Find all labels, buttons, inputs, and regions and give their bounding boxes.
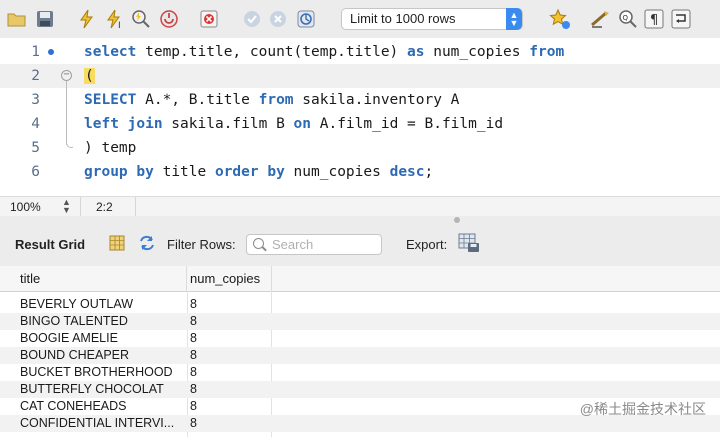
cell-num-copies[interactable]: 8 [187,347,272,364]
code-text: ( [84,68,95,84]
zoom-level: 100% [10,200,41,214]
code-text: SELECT A.*, B.title from sakila.inventor… [84,92,460,108]
search-placeholder: Search [272,237,314,252]
grid-view-icon[interactable] [109,235,125,254]
editor-line: 6 group by title order by num_copies des… [0,160,720,184]
code-text: ) temp [84,140,137,156]
chevron-updown-icon: ▲ ▼ [506,8,522,30]
table-row[interactable]: BOOGIE AMELIE 8 [0,330,720,347]
editor-line: 3 SELECT A.*, B.title from sakila.invent… [0,88,720,112]
cell-num-copies[interactable]: 8 [187,381,272,398]
cell-num-copies[interactable]: 8 [187,398,272,415]
cell-num-copies[interactable]: 8 [187,415,272,432]
row-limit-select[interactable]: Limit to 1000 rows ▲ ▼ [341,8,523,30]
line-number: 4 [31,116,40,132]
execute-current-icon[interactable]: I [104,8,126,30]
cursor-position: 2:2 [96,200,113,214]
find-icon[interactable]: Q [617,8,639,30]
filter-search-input[interactable]: Search [246,234,382,255]
wrap-icon[interactable] [670,8,692,30]
cell-title[interactable]: BEVERLY OUTLAW [0,296,187,313]
svg-text:I: I [118,21,121,29]
editor-line-current: 2 − ( [0,64,720,88]
save-icon[interactable] [34,8,56,30]
cell-num-copies[interactable]: 8 [187,330,272,347]
fold-end-marker [66,136,73,148]
result-grid-tab[interactable]: Result Grid [15,237,85,252]
status-divider [80,197,81,217]
svg-text:Q: Q [623,14,629,22]
line-number: 2 [31,68,40,84]
cell-num-copies[interactable]: 8 [187,364,272,381]
editor-toolbar: I Limit to 1000 rows ▲ ▼ Q ¶ [0,0,720,39]
editor-line: 1 select temp.title, count(temp.title) a… [0,40,720,64]
pane-splitter[interactable] [0,216,720,224]
line-number: 5 [31,140,40,156]
cell-title[interactable]: CAT CONEHEADS [0,398,187,415]
cell-num-copies[interactable]: 8 [187,296,272,313]
cell-title[interactable]: BOOGIE AMELIE [0,330,187,347]
editor-line: 5 ) temp [0,136,720,160]
export-label: Export: [406,237,448,252]
toggle-error-icon[interactable] [198,8,220,30]
table-row[interactable]: BINGO TALENTED 8 [0,313,720,330]
cell-title[interactable]: BOUND CHEAPER [0,347,187,364]
row-limit-value: Limit to 1000 rows [350,11,456,26]
table-row[interactable]: BOUND CHEAPER 8 [0,347,720,364]
line-number: 3 [31,92,40,108]
search-icon [253,238,264,249]
cell-num-copies[interactable]: 8 [187,313,272,330]
cell-title[interactable]: BUTTERFLY CHOCOLAT [0,381,187,398]
export-icon[interactable] [458,233,480,256]
splitter-handle-icon[interactable] [454,217,460,223]
result-grid[interactable]: title num_copies BEVERLY OUTLAW 8 BINGO … [0,266,720,437]
stop-icon[interactable] [158,8,180,30]
cell-title[interactable]: BUCKET BROTHERHOOD [0,364,187,381]
filter-rows-label: Filter Rows: [167,237,236,252]
cell-title[interactable]: CONFIDENTIAL INTERVI... [0,415,187,432]
watermark: @稀土掘金技术社区 [579,401,706,417]
refresh-icon[interactable] [138,235,156,254]
statement-marker-icon [48,49,54,55]
beautify-icon[interactable] [590,8,612,30]
line-number: 6 [31,164,40,180]
code-text: left join sakila.film B on A.film_id = B… [84,116,504,132]
status-divider [135,197,136,217]
svg-text:¶: ¶ [650,13,658,28]
sql-editor[interactable]: 1 select temp.title, count(temp.title) a… [0,38,720,196]
execute-icon[interactable] [76,8,98,30]
cell-title[interactable]: BINGO TALENTED [0,313,187,330]
result-toolbar: Result Grid Filter Rows: Search Export: [0,224,720,267]
column-header-num-copies[interactable]: num_copies [187,266,272,291]
bookmark-star-icon[interactable] [549,8,571,30]
rollback-icon[interactable] [267,8,289,30]
editor-status-bar: 100% ▲ ▼ 2:2 [0,196,720,218]
editor-line: 4 left join sakila.film B on A.film_id =… [0,112,720,136]
commit-icon[interactable] [241,8,263,30]
code-text: select temp.title, count(temp.title) as … [84,44,565,60]
code-text: group by title order by num_copies desc; [84,164,434,180]
grid-header: title num_copies [0,266,720,292]
table-row[interactable]: BEVERLY OUTLAW 8 [0,296,720,313]
zoom-stepper-icon[interactable]: ▲ ▼ [62,198,71,215]
autocommit-icon[interactable] [295,8,317,30]
fold-toggle-icon[interactable]: − [61,70,72,81]
line-number: 1 [31,44,40,60]
explain-icon[interactable] [130,8,152,30]
column-header-title[interactable]: title [0,266,187,291]
table-row[interactable]: BUTTERFLY CHOCOLAT 8 [0,381,720,398]
invisible-chars-icon[interactable]: ¶ [643,8,665,30]
open-folder-icon[interactable] [6,8,28,30]
table-row[interactable]: BUCKET BROTHERHOOD 8 [0,364,720,381]
